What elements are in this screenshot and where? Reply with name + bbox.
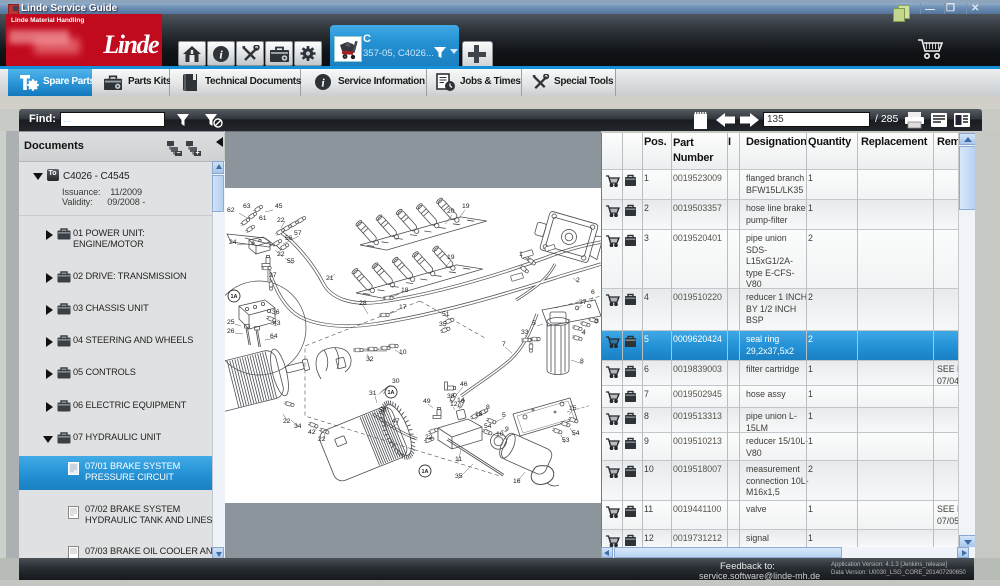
svg-text:22: 22 bbox=[277, 251, 285, 258]
svg-text:+: + bbox=[195, 150, 199, 156]
svg-text:35: 35 bbox=[439, 321, 447, 328]
svg-text:22: 22 bbox=[318, 436, 326, 443]
svg-text:9: 9 bbox=[505, 426, 509, 433]
svg-text:5: 5 bbox=[502, 412, 506, 419]
svg-text:16: 16 bbox=[513, 478, 521, 485]
svg-text:22: 22 bbox=[425, 434, 433, 441]
svg-text:33: 33 bbox=[521, 329, 529, 336]
svg-text:49: 49 bbox=[423, 398, 431, 405]
svg-text:1A: 1A bbox=[387, 390, 394, 396]
svg-text:63: 63 bbox=[243, 203, 251, 210]
svg-text:34: 34 bbox=[294, 423, 302, 430]
svg-text:8: 8 bbox=[580, 358, 584, 365]
svg-text:37: 37 bbox=[579, 299, 587, 306]
svg-text:3: 3 bbox=[595, 318, 599, 325]
svg-text:22: 22 bbox=[283, 418, 291, 425]
svg-text:56: 56 bbox=[285, 235, 293, 242]
svg-text:32: 32 bbox=[366, 356, 374, 363]
svg-text:6: 6 bbox=[591, 289, 595, 296]
svg-text:25: 25 bbox=[227, 319, 235, 326]
svg-text:26: 26 bbox=[227, 328, 235, 335]
svg-text:7: 7 bbox=[502, 341, 506, 348]
svg-text:21: 21 bbox=[326, 275, 334, 282]
svg-text:36: 36 bbox=[272, 309, 280, 316]
svg-text:10: 10 bbox=[496, 431, 504, 438]
svg-text:28: 28 bbox=[359, 300, 367, 307]
svg-text:57: 57 bbox=[294, 230, 302, 237]
svg-text:13: 13 bbox=[475, 411, 483, 418]
svg-text:61: 61 bbox=[259, 215, 267, 222]
svg-text:24: 24 bbox=[229, 239, 237, 246]
svg-text:5: 5 bbox=[532, 320, 536, 327]
svg-text:53: 53 bbox=[562, 437, 570, 444]
svg-text:27: 27 bbox=[269, 272, 277, 279]
svg-text:8: 8 bbox=[486, 404, 490, 411]
svg-text:18: 18 bbox=[401, 287, 409, 294]
svg-text:1: 1 bbox=[519, 251, 523, 258]
svg-text:11: 11 bbox=[455, 456, 462, 463]
svg-text:46: 46 bbox=[460, 381, 468, 388]
svg-text:17: 17 bbox=[399, 304, 407, 311]
svg-text:1A: 1A bbox=[230, 294, 237, 300]
svg-text:4: 4 bbox=[582, 329, 586, 336]
svg-text:14: 14 bbox=[457, 397, 465, 404]
svg-text:47: 47 bbox=[392, 418, 400, 425]
svg-text:55: 55 bbox=[287, 258, 295, 265]
svg-text:19: 19 bbox=[447, 254, 455, 261]
svg-text:42: 42 bbox=[308, 429, 316, 436]
svg-text:−: − bbox=[176, 150, 180, 156]
svg-text:2: 2 bbox=[576, 277, 580, 284]
svg-text:54: 54 bbox=[572, 430, 580, 437]
svg-text:51: 51 bbox=[442, 311, 450, 318]
svg-text:62: 62 bbox=[227, 207, 235, 214]
svg-text:50: 50 bbox=[379, 407, 387, 414]
svg-text:31: 31 bbox=[369, 390, 377, 397]
svg-text:35: 35 bbox=[455, 473, 463, 480]
svg-text:1A: 1A bbox=[421, 469, 428, 475]
svg-text:45: 45 bbox=[275, 203, 283, 210]
svg-text:19: 19 bbox=[462, 203, 470, 210]
svg-text:38: 38 bbox=[447, 393, 455, 400]
svg-text:15: 15 bbox=[569, 405, 577, 412]
svg-text:64: 64 bbox=[270, 333, 278, 340]
svg-text:54: 54 bbox=[484, 423, 492, 430]
svg-text:10: 10 bbox=[399, 349, 407, 356]
svg-text:22: 22 bbox=[277, 217, 285, 224]
svg-text:20: 20 bbox=[447, 208, 455, 215]
svg-text:30: 30 bbox=[392, 378, 400, 385]
svg-text:43: 43 bbox=[273, 320, 281, 327]
